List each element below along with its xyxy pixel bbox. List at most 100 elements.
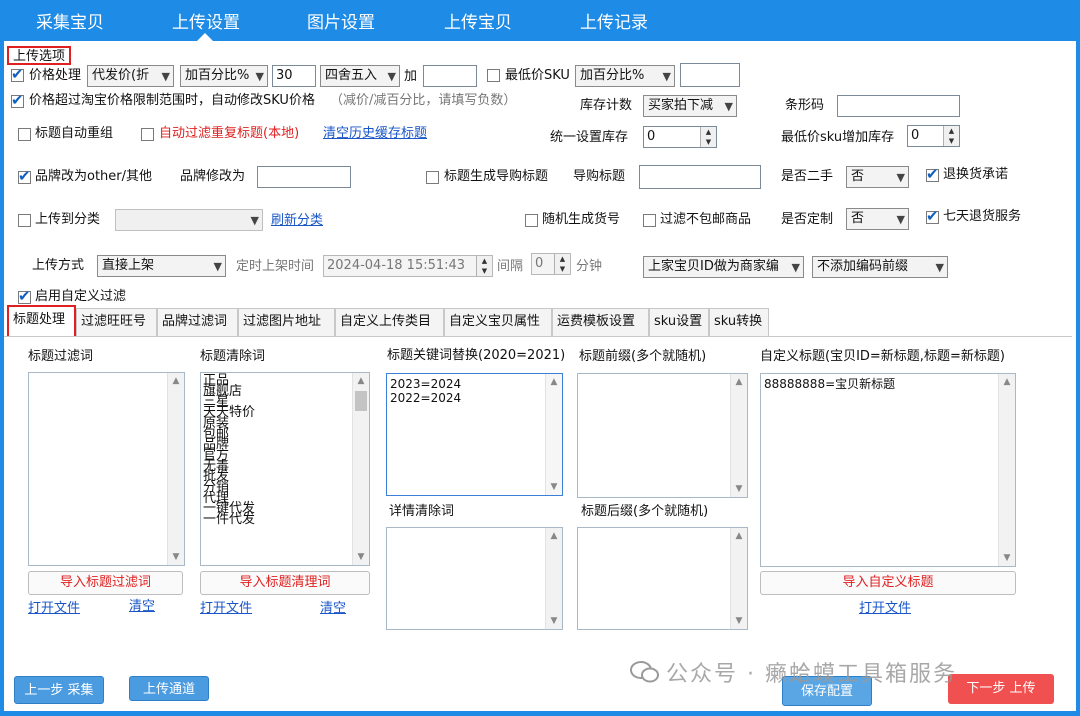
guide-title-input[interactable] bbox=[639, 165, 761, 189]
over-limit-checkbox[interactable] bbox=[11, 91, 24, 109]
scroll-down-icon[interactable]: ▼ bbox=[546, 613, 562, 629]
import-custom-title-button[interactable]: 导入自定义标题 bbox=[760, 571, 1016, 595]
filter-words-textarea[interactable]: ▲ ▼ bbox=[28, 372, 185, 566]
suffix-textarea[interactable]: ▲ ▼ bbox=[577, 527, 748, 630]
tab-upload-log[interactable]: 上传记录 bbox=[580, 8, 648, 33]
brand-other-label: 品牌改为other/其他 bbox=[35, 169, 153, 184]
second-hand-select[interactable]: 否 ▼ bbox=[846, 166, 909, 188]
watermark-text: 公众号 · 癞蛤蟆工具箱服务 bbox=[666, 662, 957, 687]
open-file-link-3[interactable]: 打开文件 bbox=[859, 600, 911, 618]
clear-link-2[interactable]: 清空 bbox=[320, 600, 346, 618]
scroll-up-icon[interactable]: ▲ bbox=[168, 373, 184, 389]
prev-step-button[interactable]: 上一步 采集 bbox=[14, 676, 104, 704]
prefix-select[interactable]: 不添加编码前缀 ▼ bbox=[812, 256, 948, 278]
scrollbar[interactable]: ▲ ▼ bbox=[167, 373, 184, 565]
random-item-no-label: 随机生成货号 bbox=[542, 212, 621, 227]
scroll-down-icon[interactable]: ▼ bbox=[353, 549, 369, 565]
min-mode-select[interactable]: 加百分比% ▼ bbox=[575, 65, 675, 87]
subtab-title-processing[interactable]: 标题处理 bbox=[7, 305, 76, 336]
custom-title-textarea[interactable]: 88888888=宝贝新标题 ▲ ▼ bbox=[760, 373, 1016, 567]
upload-category-checkbox[interactable] bbox=[18, 214, 31, 227]
subtab-filter-image-url[interactable]: 过滤图片地址 bbox=[238, 308, 335, 336]
scroll-up-icon[interactable]: ▲ bbox=[353, 373, 369, 389]
subtab-filter-wangwang[interactable]: 过滤旺旺号 bbox=[76, 308, 157, 336]
spinner-arrows-icon[interactable]: ▲ ▼ bbox=[943, 126, 959, 146]
price-mode-select[interactable]: 加百分比% ▼ bbox=[180, 65, 268, 87]
scroll-down-icon[interactable]: ▼ bbox=[999, 550, 1015, 566]
scroll-down-icon[interactable]: ▼ bbox=[546, 479, 562, 495]
scrollbar[interactable]: ▲ ▼ bbox=[998, 374, 1015, 566]
min-price-sku-checkbox[interactable] bbox=[487, 69, 500, 82]
chevron-down-icon: ▼ bbox=[791, 261, 800, 274]
price-base-select[interactable]: 代发价(折 ▼ bbox=[87, 65, 174, 87]
subtab-sku-convert[interactable]: sku转换 bbox=[709, 308, 769, 336]
title-regroup-checkbox[interactable] bbox=[18, 128, 31, 141]
barcode-input[interactable] bbox=[837, 95, 960, 117]
clear-link-1[interactable]: 清空 bbox=[129, 598, 155, 616]
upload-channel-button[interactable]: 上传通道 bbox=[129, 676, 209, 701]
scroll-up-icon[interactable]: ▲ bbox=[546, 528, 562, 544]
auto-filter-dup-checkbox[interactable] bbox=[141, 128, 154, 141]
gen-guide-title-checkbox[interactable] bbox=[426, 171, 439, 184]
category-select[interactable]: ▼ bbox=[115, 209, 263, 231]
filter-no-shipping-checkbox[interactable] bbox=[643, 214, 656, 227]
detail-clear-textarea[interactable]: ▲ ▼ bbox=[386, 527, 563, 630]
scroll-up-icon[interactable]: ▲ bbox=[731, 374, 747, 390]
seven-day-return-checkbox[interactable] bbox=[926, 207, 939, 225]
tab-image-settings[interactable]: 图片设置 bbox=[307, 8, 375, 33]
tab-upload-settings[interactable]: 上传设置 bbox=[172, 8, 240, 33]
clear-history-link[interactable]: 清空历史缓存标题 bbox=[323, 125, 427, 143]
scroll-thumb[interactable] bbox=[355, 391, 367, 411]
scrollbar[interactable]: ▲ ▼ bbox=[545, 528, 562, 629]
scrollbar[interactable]: ▲ ▼ bbox=[545, 374, 562, 495]
subtab-brand-filter[interactable]: 品牌过滤词 bbox=[157, 308, 238, 336]
refresh-category-link[interactable]: 刷新分类 bbox=[271, 212, 323, 230]
subtab-sku-settings[interactable]: sku设置 bbox=[649, 308, 709, 336]
upload-method-select[interactable]: 直接上架 ▼ bbox=[97, 255, 226, 277]
prefix-textarea[interactable]: ▲ ▼ bbox=[577, 373, 748, 498]
add-value-input[interactable] bbox=[423, 65, 477, 87]
scrollbar[interactable]: ▲ ▼ bbox=[730, 528, 747, 629]
subtab-custom-category[interactable]: 自定义上传类目 bbox=[335, 308, 444, 336]
open-file-link-1[interactable]: 打开文件 bbox=[28, 600, 80, 618]
rounding-select[interactable]: 四舍五入 ▼ bbox=[320, 65, 400, 87]
import-filter-button[interactable]: 导入标题过滤词 bbox=[28, 571, 183, 595]
enable-custom-filter-checkbox[interactable] bbox=[18, 287, 31, 305]
scrollbar[interactable]: ▲ ▼ bbox=[730, 374, 747, 497]
interval-spinner[interactable]: 0 ▲ ▼ bbox=[531, 253, 571, 275]
scroll-up-icon[interactable]: ▲ bbox=[731, 528, 747, 544]
brand-other-checkbox[interactable] bbox=[18, 167, 31, 185]
spinner-arrows-icon[interactable]: ▲ ▼ bbox=[554, 254, 570, 274]
enable-custom-filter-label: 启用自定义过滤 bbox=[35, 289, 127, 304]
brand-change-input[interactable] bbox=[257, 166, 351, 188]
scheduled-time-input[interactable]: 2024-04-18 15:51:43 ▲ ▼ bbox=[323, 255, 493, 277]
stock-count-select[interactable]: 买家拍下减 ▼ bbox=[643, 95, 737, 117]
uniform-stock-spinner[interactable]: 0 ▲ ▼ bbox=[643, 126, 717, 148]
keyword-replace-textarea[interactable]: 2023=2024 2022=2024 ▲ ▼ bbox=[386, 373, 563, 496]
scroll-up-icon[interactable]: ▲ bbox=[999, 374, 1015, 390]
import-clear-button[interactable]: 导入标题清理词 bbox=[200, 571, 370, 595]
scroll-down-icon[interactable]: ▼ bbox=[168, 549, 184, 565]
tab-collect[interactable]: 采集宝贝 bbox=[36, 8, 104, 33]
next-step-button[interactable]: 下一步 上传 bbox=[948, 674, 1054, 704]
scroll-up-icon[interactable]: ▲ bbox=[546, 374, 562, 390]
tab-upload-items[interactable]: 上传宝贝 bbox=[444, 8, 512, 33]
spinner-arrows-icon[interactable]: ▲ ▼ bbox=[476, 256, 492, 276]
spinner-arrows-icon[interactable]: ▲ ▼ bbox=[700, 127, 716, 147]
return-promise-checkbox[interactable] bbox=[926, 165, 939, 183]
scroll-down-icon[interactable]: ▼ bbox=[731, 481, 747, 497]
custom-made-select[interactable]: 否 ▼ bbox=[846, 208, 909, 230]
open-file-link-2[interactable]: 打开文件 bbox=[200, 600, 252, 618]
scroll-down-icon[interactable]: ▼ bbox=[731, 613, 747, 629]
price-value-input[interactable]: 30 bbox=[272, 65, 316, 87]
merchant-code-select[interactable]: 上家宝贝ID做为商家编 ▼ bbox=[643, 256, 804, 278]
subtab-custom-attributes[interactable]: 自定义宝贝属性 bbox=[444, 308, 552, 336]
price-processing-checkbox[interactable] bbox=[11, 65, 24, 83]
random-item-no-checkbox[interactable] bbox=[525, 214, 538, 227]
custom-made-label: 是否定制 bbox=[781, 212, 834, 227]
scrollbar[interactable]: ▲ ▼ bbox=[352, 373, 369, 565]
min-value-input[interactable] bbox=[680, 63, 740, 87]
subtab-shipping-template[interactable]: 运费模板设置 bbox=[552, 308, 649, 336]
min-sku-stock-spinner[interactable]: 0 ▲ ▼ bbox=[907, 125, 960, 147]
clear-words-textarea[interactable]: 正品 旗舰店 三星 天天特价 原装 包邮 品牌 官方 无毒 批发 分销 代理 一… bbox=[200, 372, 370, 566]
